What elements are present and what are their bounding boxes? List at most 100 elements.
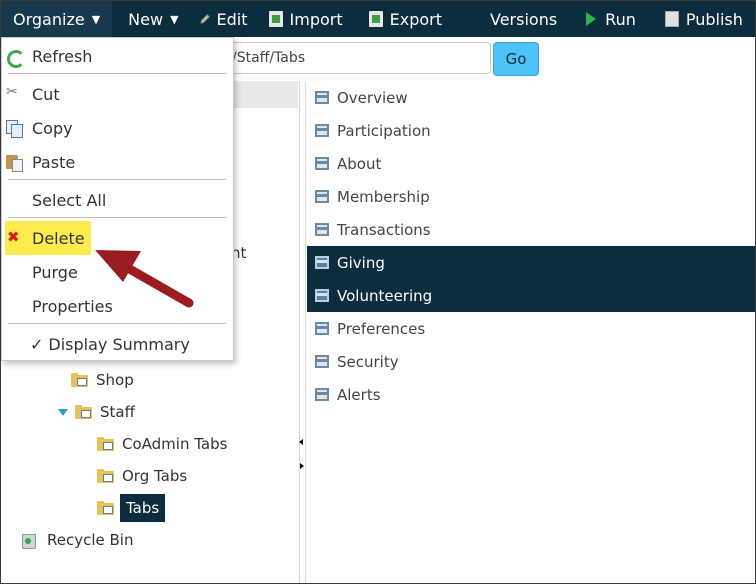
tab-icon: [315, 355, 329, 368]
export-button[interactable]: Export: [352, 1, 451, 37]
menu-item-select-all[interactable]: Select All: [2, 185, 233, 215]
versions-label: Versions: [490, 9, 558, 29]
organize-label: Organize: [13, 9, 85, 29]
list-item-about[interactable]: About: [307, 147, 755, 180]
menu-item-label: Purge: [32, 262, 78, 282]
menu-item-label: Display Summary: [48, 334, 190, 354]
menu-item-label: Properties: [32, 296, 113, 316]
menu-item-properties[interactable]: Properties: [2, 291, 233, 321]
tree-item-label: Staff: [100, 403, 135, 421]
versions-icon: [467, 11, 483, 27]
list-item-label: Overview: [337, 88, 408, 107]
list-item-security[interactable]: Security: [307, 345, 755, 378]
menu-divider: [8, 217, 226, 218]
menu-divider: [8, 73, 226, 74]
refresh-icon: [6, 48, 25, 68]
tab-icon: [315, 256, 329, 269]
list-item-overview[interactable]: Overview: [307, 81, 755, 114]
caret-down-icon: ▼: [91, 12, 101, 26]
tab-icon: [315, 388, 329, 401]
edit-button[interactable]: Edit: [188, 1, 257, 37]
versions-button[interactable]: Versions: [451, 1, 566, 37]
run-label: Run: [605, 9, 636, 29]
folder-icon: [97, 469, 114, 483]
menu-item-label: Copy: [32, 118, 73, 138]
publish-icon: [664, 11, 679, 27]
publish-label: Publish: [685, 9, 743, 29]
tree-item-label: Recycle Bin: [47, 531, 134, 549]
folder-icon: [75, 405, 92, 419]
tree-item-tabs[interactable]: Tabs: [97, 493, 166, 523]
folder-icon: [71, 373, 88, 387]
list-item-label: Alerts: [337, 385, 381, 404]
menu-item-display-summary[interactable]: ✓ Display Summary: [2, 329, 233, 359]
list-item-preferences[interactable]: Preferences: [307, 312, 755, 345]
tab-icon: [315, 91, 329, 104]
menu-item-purge[interactable]: Purge: [2, 257, 233, 287]
menu-item-label: Cut: [32, 84, 60, 104]
tree-item-label: Shop: [96, 371, 134, 389]
tree-item-org-tabs[interactable]: Org Tabs: [97, 461, 187, 491]
list-item-participation[interactable]: Participation: [307, 114, 755, 147]
list-item-membership[interactable]: Membership: [307, 180, 755, 213]
paste-icon: [6, 154, 23, 172]
new-button[interactable]: New ▼: [112, 1, 187, 37]
list-item-label: Volunteering: [337, 286, 433, 305]
pencil-icon: [199, 14, 210, 24]
collapse-left-icon[interactable]: [299, 439, 303, 445]
caret-down-icon: ▼: [170, 12, 179, 26]
menu-divider: [8, 323, 226, 324]
expand-arrow-icon[interactable]: [58, 408, 68, 416]
tab-icon: [315, 190, 329, 203]
menu-divider: [8, 179, 226, 180]
export-label: Export: [389, 9, 442, 29]
copy-icon: [6, 120, 23, 138]
menu-item-cut[interactable]: Cut: [2, 79, 233, 109]
tab-icon: [315, 289, 329, 302]
pane-splitter[interactable]: [299, 81, 306, 583]
edit-label: Edit: [216, 9, 248, 29]
menu-item-label: Paste: [32, 152, 76, 172]
expand-right-icon[interactable]: [300, 463, 304, 469]
folder-icon: [97, 437, 114, 451]
import-button[interactable]: Import: [257, 1, 352, 37]
tree-item-label: Org Tabs: [122, 467, 188, 485]
menu-item-refresh[interactable]: Refresh: [2, 41, 233, 71]
list-item-volunteering[interactable]: Volunteering: [307, 279, 755, 312]
menu-item-copy[interactable]: Copy: [2, 113, 233, 143]
list-item-label: Transactions: [337, 220, 431, 239]
list-item-giving[interactable]: Giving: [307, 246, 755, 279]
tree-item-label: CoAdmin Tabs: [122, 435, 228, 453]
menu-item-label: Select All: [32, 190, 107, 210]
recycle-bin-icon: [21, 532, 36, 549]
publish-button[interactable]: Publish: [645, 1, 752, 37]
tree-item-staff[interactable]: Staff: [58, 397, 135, 427]
tree-item-shop[interactable]: Shop: [71, 365, 134, 395]
folder-icon: [97, 501, 114, 515]
go-button[interactable]: Go: [493, 42, 539, 76]
tab-icon: [315, 124, 329, 137]
menu-item-label: Delete: [32, 228, 85, 248]
tree-item-coadmin-tabs[interactable]: CoAdmin Tabs: [97, 429, 227, 459]
list-item-alerts[interactable]: Alerts: [307, 378, 755, 411]
list-item-transactions[interactable]: Transactions: [307, 213, 755, 246]
path-input[interactable]: /Staff/Tabs: [231, 42, 491, 74]
checkmark-icon: ✓: [30, 334, 44, 354]
tree-item-recycle-bin[interactable]: Recycle Bin: [21, 525, 133, 555]
organize-button[interactable]: Organize ▼: [1, 1, 113, 37]
organize-menu: Refresh Cut Copy Paste Select All Delete…: [1, 37, 234, 361]
menu-item-paste[interactable]: Paste: [2, 147, 233, 177]
tab-icon: [315, 322, 329, 335]
scissors-icon: [6, 84, 22, 102]
export-icon: [368, 11, 383, 27]
list-item-label: Security: [337, 352, 399, 371]
app-window: Organize ▼ New ▼ Edit Import Export Vers…: [0, 0, 756, 584]
menu-item-delete[interactable]: Delete: [2, 223, 233, 253]
import-label: Import: [289, 9, 343, 29]
import-icon: [268, 11, 283, 27]
list-item-label: Participation: [337, 121, 431, 140]
list-item-label: Giving: [337, 253, 385, 272]
list-item-label: About: [337, 154, 382, 173]
run-button[interactable]: Run: [566, 1, 645, 37]
toolbar: Organize ▼ New ▼ Edit Import Export Vers…: [1, 1, 755, 37]
